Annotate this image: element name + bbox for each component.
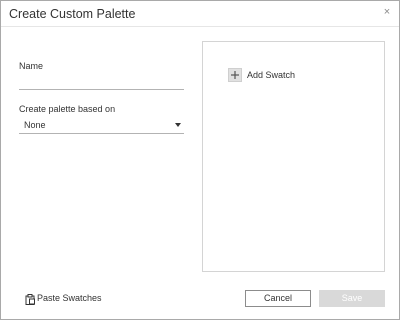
based-on-label: Create palette based on	[19, 104, 116, 114]
paste-swatches-label: Paste Swatches	[37, 293, 102, 303]
cancel-button[interactable]: Cancel	[245, 290, 311, 307]
dialog-titlebar: Create Custom Palette ×	[1, 1, 399, 27]
add-swatch-label: Add Swatch	[247, 70, 296, 80]
based-on-select[interactable]: None	[19, 117, 184, 134]
create-palette-dialog: Create Custom Palette × Name Create pale…	[0, 0, 400, 320]
plus-icon	[228, 68, 242, 82]
close-icon[interactable]: ×	[381, 6, 393, 18]
based-on-value: None	[24, 120, 46, 130]
dialog-title: Create Custom Palette	[9, 7, 136, 21]
clipboard-icon	[25, 292, 35, 310]
name-label: Name	[19, 61, 44, 71]
swatch-panel: Add Swatch	[202, 41, 385, 272]
name-field[interactable]	[19, 73, 184, 90]
caret-down-icon	[175, 123, 181, 127]
save-button: Save	[319, 290, 385, 307]
